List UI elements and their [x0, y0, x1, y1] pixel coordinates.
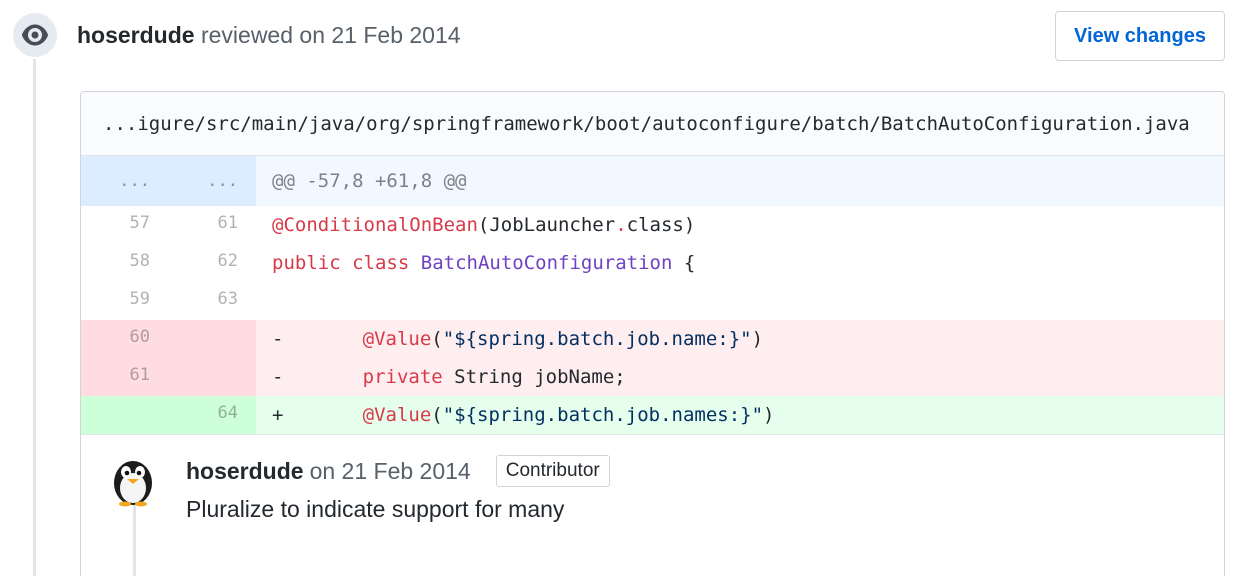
- hunk-expand-left[interactable]: ...: [81, 156, 168, 206]
- diff-marker: +: [272, 404, 284, 426]
- diff-marker: -: [272, 328, 284, 350]
- code-line: - private String jobName;: [256, 358, 1224, 396]
- code-annotation: @ConditionalOnBean: [272, 214, 478, 236]
- code-text: ): [751, 328, 764, 350]
- contributor-badge: Contributor: [495, 455, 610, 487]
- code-string: "${spring.batch.job.name:}": [442, 328, 752, 350]
- code-keyword: class: [352, 252, 410, 274]
- diff-table: ... ... @@ -57,8 +61,8 @@ 57 61 @Conditi…: [81, 156, 1224, 434]
- diff-line-deleted: 61 - private String jobName;: [81, 358, 1224, 396]
- new-line-number[interactable]: 63: [168, 282, 256, 320]
- old-line-number[interactable]: 57: [81, 206, 168, 244]
- code-annotation: @Value: [362, 404, 432, 426]
- code-text: (JobLauncher: [477, 214, 616, 236]
- diff-line-added: 64 + @Value("${spring.batch.job.names:}"…: [81, 396, 1224, 434]
- hunk-row: ... ... @@ -57,8 +61,8 @@: [81, 156, 1224, 206]
- code-annotation: @Value: [362, 328, 432, 350]
- new-line-number[interactable]: 64: [168, 396, 256, 434]
- old-line-number[interactable]: 59: [81, 282, 168, 320]
- diff-line-deleted: 60 - @Value("${spring.batch.job.name:}"): [81, 320, 1224, 358]
- diff-line: 58 62 public class BatchAutoConfiguratio…: [81, 244, 1224, 282]
- old-line-number[interactable]: 60: [81, 320, 168, 358]
- hunk-expand-right[interactable]: ...: [168, 156, 256, 206]
- comment-body: Pluralize to indicate support for many: [186, 496, 565, 522]
- code-dot: .: [615, 214, 627, 236]
- review-action-text: reviewed on 21 Feb 2014: [194, 22, 461, 48]
- diff-file-box: ...igure/src/main/java/org/springframewo…: [80, 91, 1225, 576]
- code-keyword: public: [272, 252, 341, 274]
- code-text: String jobName;: [442, 366, 626, 388]
- timeline-line: [33, 50, 36, 576]
- view-changes-button[interactable]: View changes: [1055, 11, 1225, 61]
- code-class-name: BatchAutoConfiguration: [420, 252, 673, 274]
- code-text: ): [763, 404, 775, 426]
- new-line-number[interactable]: [168, 358, 256, 396]
- old-line-number[interactable]: 58: [81, 244, 168, 282]
- review-comment: hoserdude on 21 Feb 2014 Contributor Plu…: [81, 434, 1224, 576]
- new-line-number[interactable]: 61: [168, 206, 256, 244]
- eye-icon: [21, 24, 49, 46]
- pull-request-timeline: hoserdude reviewed on 21 Feb 2014 View c…: [0, 0, 1237, 576]
- code-line: @ConditionalOnBean(JobLauncher.class): [256, 206, 1224, 244]
- file-path[interactable]: ...igure/src/main/java/org/springframewo…: [103, 113, 1190, 135]
- code-text: {: [672, 252, 696, 274]
- code-line: + @Value("${spring.batch.job.names:}"): [256, 396, 1224, 434]
- code-text: (: [431, 404, 443, 426]
- comment-thread-line: [133, 503, 136, 576]
- code-text: class): [626, 214, 696, 236]
- code-line: - @Value("${spring.batch.job.name:}"): [256, 320, 1224, 358]
- comment-date[interactable]: on 21 Feb 2014: [310, 458, 471, 485]
- old-line-number[interactable]: 61: [81, 358, 168, 396]
- code-string: "${spring.batch.job.names:}": [442, 404, 764, 426]
- old-line-number[interactable]: [81, 396, 168, 434]
- avatar[interactable]: [107, 455, 159, 507]
- hunk-header: @@ -57,8 +61,8 @@: [256, 156, 1224, 206]
- comment-author-link[interactable]: hoserdude: [186, 458, 304, 485]
- diff-line: 59 63: [81, 282, 1224, 320]
- new-line-number[interactable]: 62: [168, 244, 256, 282]
- review-author-link[interactable]: hoserdude: [77, 22, 195, 48]
- diff-line: 57 61 @ConditionalOnBean(JobLauncher.cla…: [81, 206, 1224, 244]
- review-header: hoserdude reviewed on 21 Feb 2014: [77, 22, 461, 49]
- diff-marker: -: [272, 366, 284, 388]
- new-line-number[interactable]: [168, 320, 256, 358]
- code-line: public class BatchAutoConfiguration {: [256, 244, 1224, 282]
- review-badge: [11, 11, 59, 59]
- code-text: (: [431, 328, 443, 350]
- file-path-header: ...igure/src/main/java/org/springframewo…: [81, 92, 1224, 156]
- comment-meta: hoserdude on 21 Feb 2014 Contributor: [186, 455, 610, 487]
- code-keyword: private: [362, 366, 443, 388]
